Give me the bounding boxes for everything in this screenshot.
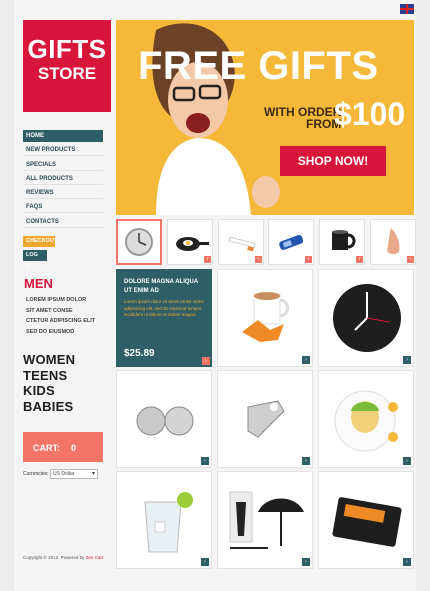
men-list: LOREM IPSUM DOLOR SIT AMET CONSE CTETUR …: [26, 295, 106, 337]
product-face-plate[interactable]: ›: [318, 370, 414, 468]
men-link[interactable]: CTETUR ADIPISCING ELIT: [26, 316, 106, 327]
featured-product[interactable]: DOLORE MAGNA ALIQUA UT ENIM AD Lorem ips…: [116, 269, 212, 367]
currency-label: Currencies:: [23, 471, 49, 477]
menu-item-specials[interactable]: SPECIALS: [23, 159, 103, 171]
category-list: WOMEN TEENS KIDS BABIES: [23, 352, 75, 414]
arrow-right-icon[interactable]: ›: [204, 256, 211, 263]
menu-item-faqs[interactable]: FAQS: [23, 201, 103, 214]
men-link[interactable]: SED DO EIUSMOD: [26, 327, 106, 338]
logo-line2: STORE: [37, 64, 97, 83]
massage-balls-icon: [136, 406, 194, 436]
cart-label: CART:: [33, 443, 60, 453]
main-menu: HOME NEW PRODUCTS SPECIALS ALL PRODUCTS …: [23, 130, 103, 230]
clock-icon: [125, 228, 153, 256]
arrow-right-icon[interactable]: ›: [403, 558, 411, 566]
arrow-right-icon[interactable]: ›: [356, 256, 363, 263]
category-women[interactable]: WOMEN: [23, 352, 75, 368]
category-kids[interactable]: KIDS: [23, 383, 75, 399]
menu-item-new-products[interactable]: NEW PRODUCTS: [23, 144, 103, 157]
product-math-clock[interactable]: ›: [318, 269, 414, 367]
arrow-right-icon[interactable]: ›: [403, 356, 411, 364]
banner-sub-line2: FROM: [306, 117, 342, 131]
product-balls[interactable]: ›: [116, 370, 212, 468]
arrow-right-icon[interactable]: ›: [302, 356, 310, 364]
menu-item-reviews[interactable]: REVIEWS: [23, 187, 103, 200]
featured-title: DOLORE MAGNA ALIQUA UT ENIM AD: [124, 279, 198, 294]
login-button[interactable]: LOG IN: [23, 250, 47, 269]
powered-prefix: Powered by: [59, 555, 86, 560]
men-heading: MEN: [24, 276, 53, 291]
bottle-opener-icon: [247, 400, 285, 438]
thumb-clock[interactable]: [116, 219, 162, 265]
umbrella-icon: [229, 491, 304, 549]
category-teens[interactable]: TEENS: [23, 368, 75, 384]
thumb-pan[interactable]: ›: [167, 219, 213, 265]
tea-mug-icon: [242, 292, 289, 342]
arrow-right-icon[interactable]: ›: [255, 256, 262, 263]
product-opener[interactable]: ›: [217, 370, 313, 468]
arrow-right-icon[interactable]: ›: [305, 256, 312, 263]
banner-amount: $100: [334, 96, 406, 132]
arrow-right-icon[interactable]: ›: [302, 558, 310, 566]
currency-select[interactable]: US Dollar: [50, 469, 98, 479]
english-flag-icon[interactable]: [400, 4, 414, 14]
cart-box[interactable]: CART: 0: [23, 432, 103, 462]
logo-line1: GIFTS: [27, 34, 107, 64]
thumb-lighter[interactable]: ›: [268, 219, 314, 265]
shop-now-button[interactable]: SHOP NOW!: [280, 146, 386, 176]
featured-description: Lorem ipsum dolor sit amet conse ctetur …: [124, 299, 205, 317]
product-samurai-umbrella[interactable]: ›: [217, 471, 313, 569]
checkout-button[interactable]: CHECKOUT: [23, 236, 57, 247]
arrow-right-icon[interactable]: ›: [403, 457, 411, 465]
menu-item-all-products[interactable]: ALL PRODUCTS: [23, 173, 103, 185]
arrow-right-icon[interactable]: ›: [202, 357, 210, 365]
menu-item-contacts[interactable]: CONTACTS: [23, 216, 103, 228]
arrow-right-icon[interactable]: ›: [201, 457, 209, 465]
arrow-right-icon[interactable]: ›: [407, 256, 414, 263]
product-tea-mug[interactable]: ›: [217, 269, 313, 367]
powered-by-link[interactable]: Zen Cart: [86, 555, 104, 560]
menu-item-home[interactable]: HOME: [23, 130, 103, 142]
promo-banner[interactable]: FREE GIFTS WITH ORDER FROM $100 SHOP NOW…: [116, 20, 414, 215]
banner-subtitle: WITH ORDER FROM: [264, 106, 341, 130]
featured-price: $25.89: [124, 348, 155, 359]
face-plate-icon: [334, 390, 398, 452]
product-cassette[interactable]: ›: [318, 471, 414, 569]
store-logo[interactable]: GIFTS STORE: [23, 20, 111, 112]
math-clock-icon: [333, 284, 401, 352]
arrow-right-icon[interactable]: ›: [201, 558, 209, 566]
thumb-cigarette[interactable]: ›: [218, 219, 264, 265]
arrow-right-icon[interactable]: ›: [302, 457, 310, 465]
cassette-icon: [332, 497, 402, 547]
footer-copyright: Copyright © 2012. Powered by Zen Cart: [23, 555, 103, 560]
glass-icon: [144, 492, 193, 553]
banner-title: FREE GIFTS: [138, 44, 379, 88]
category-babies[interactable]: BABIES: [23, 399, 75, 415]
men-link[interactable]: LOREM IPSUM DOLOR: [26, 295, 106, 306]
product-ice-glass[interactable]: ›: [116, 471, 212, 569]
thumb-mug[interactable]: ›: [319, 219, 365, 265]
cart-count: 0: [71, 443, 77, 453]
men-link[interactable]: SIT AMET CONSE: [26, 306, 106, 317]
copyright-text: Copyright © 2012.: [23, 555, 60, 560]
thumb-nose[interactable]: ›: [370, 219, 416, 265]
